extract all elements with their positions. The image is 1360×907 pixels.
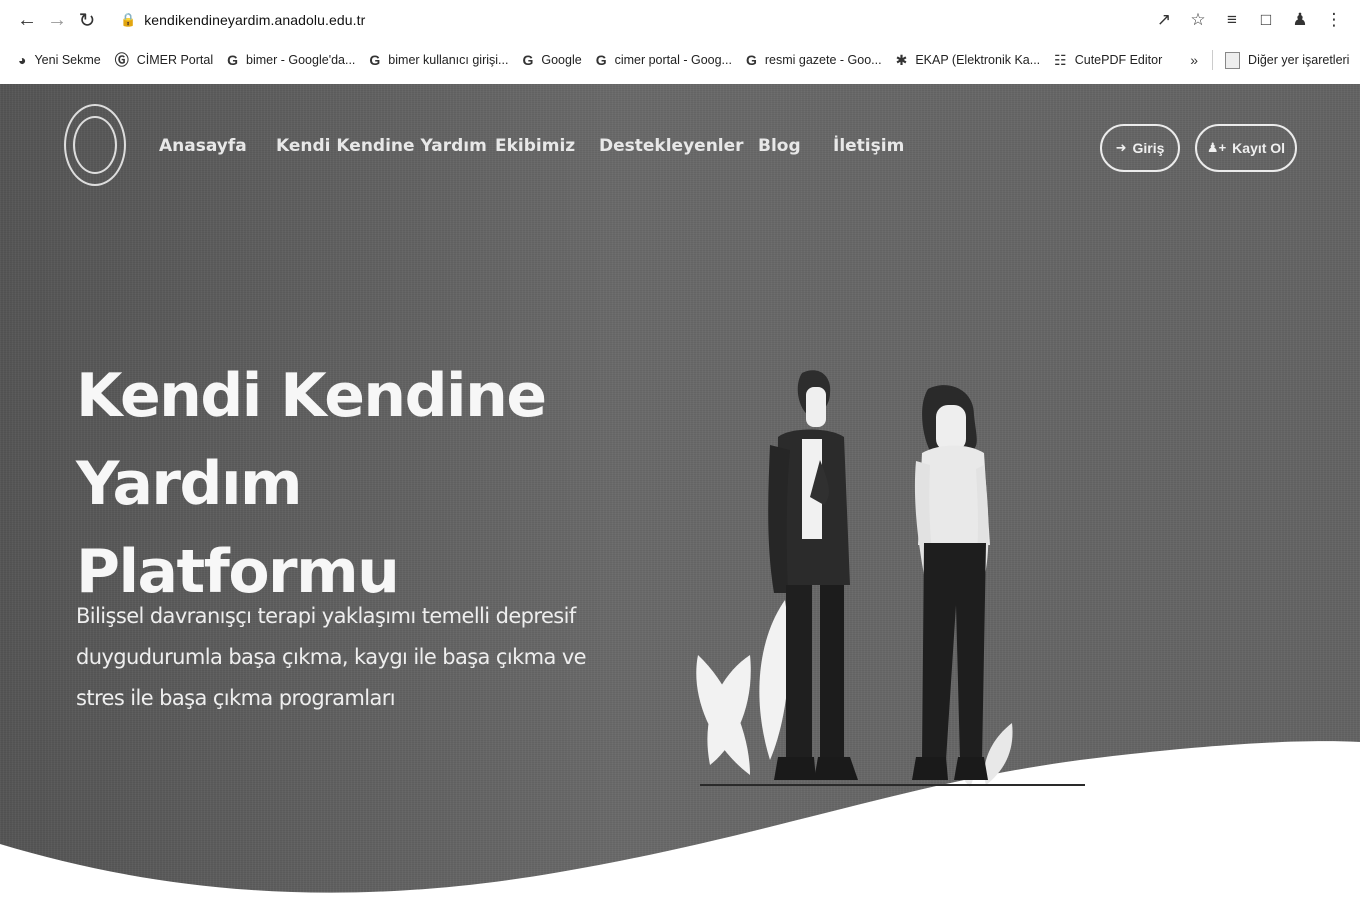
login-icon: ➜ [1115,140,1127,155]
leaf-plant-left [696,600,790,775]
more-bookmarks-chevron-icon[interactable]: » [1190,52,1198,68]
bookmark-label: cimer portal - Goog... [614,53,732,67]
bookmark-label: bimer kullanıcı girişi... [388,53,509,67]
register-button[interactable]: ♟+ Kayıt Ol [1195,124,1297,172]
register-label: Kayıt Ol [1232,140,1286,156]
google-icon: G [595,52,607,68]
people-illustration [696,370,1085,787]
bookmark-item[interactable]: G resmi gazete - Goo... [746,52,882,68]
google-icon: G [369,52,381,68]
globe-icon: ◕ [18,52,27,68]
bookmark-label: CİMER Portal [136,53,214,67]
nav-link-anasayfa[interactable]: Anasayfa [159,136,247,156]
bookmark-label: EKAP (Elektronik Ka... [915,53,1041,67]
back-arrow-icon[interactable]: ← [12,5,42,35]
bookmark-star-icon[interactable]: ☆ [1184,6,1212,34]
bookmark-label: CutePDF Editor [1074,53,1163,67]
google-icon: G [227,52,239,68]
menu-kebab-icon[interactable]: ⋮ [1320,6,1348,34]
university-logo[interactable] [64,104,126,186]
bookmark-item[interactable]: ☷ CutePDF Editor [1054,52,1162,69]
cimer-icon: Ⓖ [114,52,129,68]
logo-inner-ring [73,116,117,174]
side-panel-icon[interactable]: □ [1252,6,1280,34]
login-label: Giriş [1132,140,1165,156]
forward-arrow-icon[interactable]: → [42,5,72,35]
reload-icon[interactable]: ↻ [72,5,102,35]
nav-link-blog[interactable]: Blog [758,136,801,156]
folder-icon [1225,51,1241,69]
reading-list-icon[interactable]: ≡ [1218,6,1246,34]
hero-title-line: Yardım Platformu [76,449,400,607]
bookmark-item[interactable]: G bimer - Google'da... [227,52,355,68]
hero-subtitle: Bilişsel davranışçı terapi yaklaşımı tem… [76,596,616,719]
nav-link-ekibimiz[interactable]: Ekibimiz [495,136,575,156]
bookmark-label: Google [541,53,582,67]
bookmark-item[interactable]: ◕ Yeni Sekme [18,52,101,68]
bookmark-item[interactable]: Ⓖ CİMER Portal [115,50,213,70]
ekap-icon: ✱ [895,51,908,68]
bookmark-item[interactable]: ✱ EKAP (Elektronik Ka... [896,52,1041,69]
google-icon: G [522,52,534,68]
address-field[interactable]: 🔒 kendikendineyardim.anadolu.edu.tr [120,12,365,28]
nav-link-kendi-kendine-yardim[interactable]: Kendi Kendine Yardım [276,136,487,156]
bookmark-item[interactable]: G Google [522,52,581,68]
share-icon[interactable]: ↗ [1150,6,1178,34]
other-bookmarks[interactable]: Diğer yer işaretleri [1225,51,1350,69]
hero-subtitle-line: stres ile başa çıkma programları [76,686,396,710]
hero-subtitle-line: duygudurumla başa çıkma, kaygı ile başa … [76,645,587,669]
bookmark-item[interactable]: G bimer kullanıcı girişi... [369,52,508,68]
google-icon: G [745,52,757,68]
hero-title: Kendi Kendine Yardım Platformu [76,352,636,616]
other-bookmarks-label: Diğer yer işaretleri [1248,53,1350,67]
login-button[interactable]: ➜ Giriş [1100,124,1180,172]
lock-icon[interactable]: 🔒 [120,12,136,28]
nav-link-destekleyenler[interactable]: Destekleyenler [599,136,744,156]
profile-icon[interactable]: ♟ [1286,6,1314,34]
browser-toolbar: ← → ↻ 🔒 kendikendineyardim.anadolu.edu.t… [0,0,1360,40]
url-text[interactable]: kendikendineyardim.anadolu.edu.tr [144,12,365,28]
hero-title-line: Kendi Kendine [76,361,547,431]
pdf-icon: ☷ [1054,51,1067,68]
bookmark-label: resmi gazete - Goo... [764,53,882,67]
hero-subtitle-line: Bilişsel davranışçı terapi yaklaşımı tem… [76,604,576,628]
bookmarks-divider [1212,50,1214,70]
nav-link-iletisim[interactable]: İletişim [833,136,904,156]
woman-figure [912,385,990,780]
toolbar-actions: ↗ ☆ ≡ □ ♟ ⋮ [1150,6,1348,34]
bookmarks-bar: ◕ Yeni Sekme Ⓖ CİMER Portal G bimer - Go… [0,42,1360,78]
bookmark-label: Yeni Sekme [34,53,101,67]
add-user-icon: ♟+ [1206,140,1227,155]
bookmark-label: bimer - Google'da... [246,53,356,67]
bookmark-item[interactable]: G cimer portal - Goog... [596,52,732,68]
